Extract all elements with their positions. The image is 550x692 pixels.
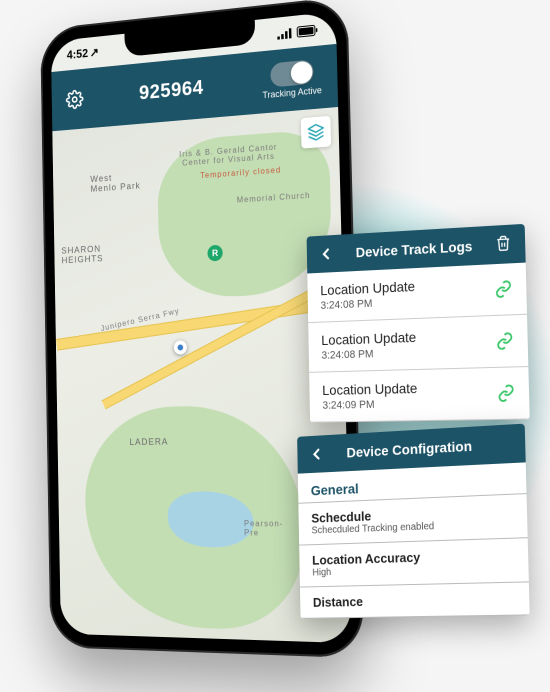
log-title: Location Update [322,380,417,398]
link-icon [496,332,514,351]
gear-icon[interactable] [66,89,84,110]
spacer [495,434,513,453]
status-right [277,24,318,39]
signal-icon [277,27,293,40]
back-icon[interactable] [318,245,335,263]
status-time: 4:52 [67,46,88,62]
config-card: Device Configration General Schecdule Sc… [297,424,530,619]
battery-icon [297,24,319,37]
log-time: 3:24:09 PM [322,398,417,412]
map-layers-button[interactable] [301,116,331,149]
card-title: Device Track Logs [334,237,496,262]
tracking-toggle[interactable] [270,59,313,87]
link-icon [494,280,512,299]
tracking-toggle-label: Tracking Active [262,85,321,100]
log-title: Location Update [320,278,415,298]
device-id: 925964 [139,76,204,104]
log-title: Location Update [321,329,416,348]
log-row[interactable]: Location Update 3:24:08 PM [308,315,528,373]
map-poi-label: Pearson- Pre [244,519,284,538]
link-icon [497,384,515,403]
log-row[interactable]: Location Update 3:24:09 PM [309,367,530,423]
config-row[interactable]: Location Accuracy High [299,538,529,587]
log-time: 3:24:08 PM [320,296,415,312]
config-row[interactable]: Schecdule Schecduled Tracking enabled [298,494,527,546]
config-label: Distance [313,591,516,610]
log-row[interactable]: Location Update 3:24:08 PM [307,263,527,323]
map-label: West Menlo Park [90,171,140,194]
log-time: 3:24:08 PM [321,347,416,362]
map-label: SHARON HEIGHTS [61,244,103,266]
track-logs-card: Device Track Logs Location Update 3:24:0… [307,224,530,423]
config-row[interactable]: Distance [300,582,530,618]
card-title: Device Configration [324,436,495,461]
delete-icon[interactable] [495,235,513,254]
map-label: LADERA [129,437,168,447]
back-icon[interactable] [308,445,325,463]
